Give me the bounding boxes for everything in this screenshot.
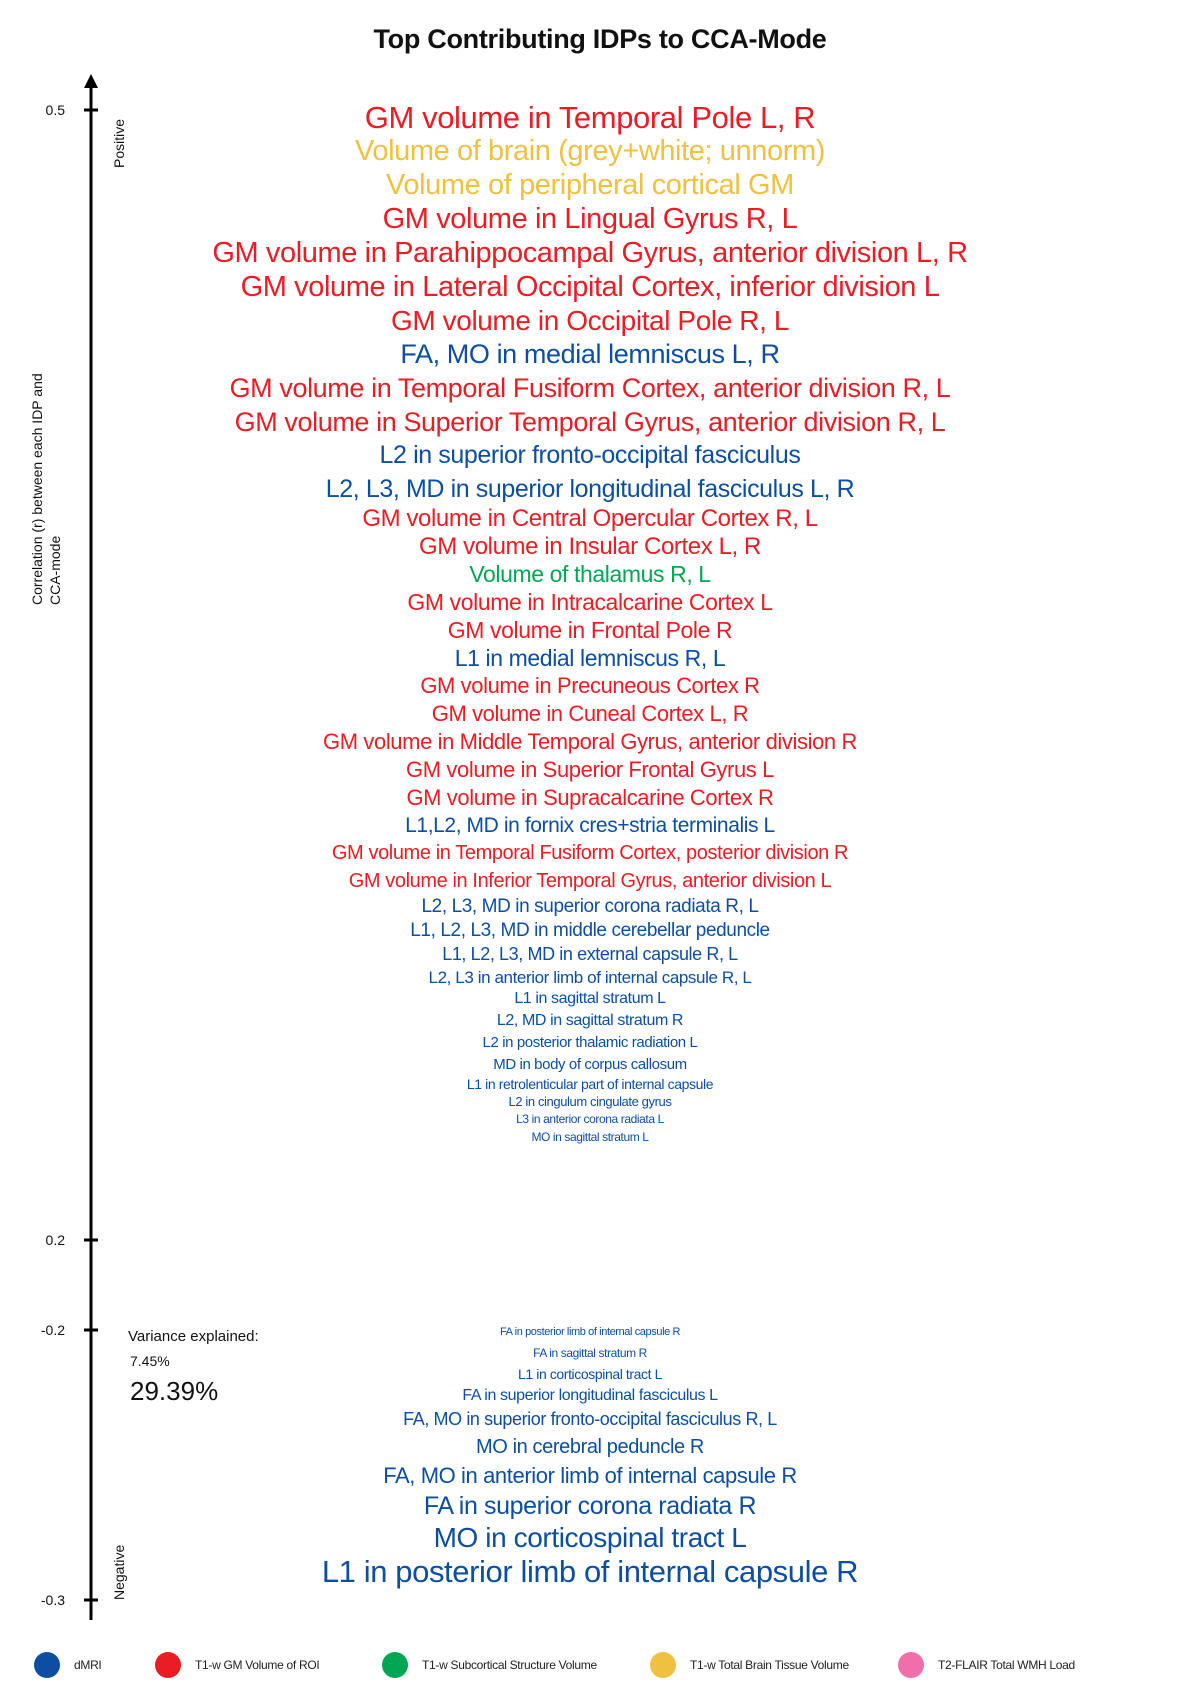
legend-label-wmh: T2-FLAIR Total WMH Load [938,1658,1075,1672]
negative-idp-6: FA, MO in anterior limb of internal caps… [383,1463,797,1488]
positive-idp-5: GM volume in Lateral Occipital Cortex, i… [240,271,940,303]
legend-item-dmri: dMRI [34,1652,102,1678]
positive-idp-3: GM volume in Lingual Gyrus R, L [382,203,798,235]
legend-dot-wmh [898,1652,924,1678]
variance-explained-small: 7.45% [130,1353,170,1369]
negative-idp-8: MO in corticospinal tract L [433,1522,747,1553]
positive-idp-4: GM volume in Parahippocampal Gyrus, ante… [212,237,968,269]
positive-idp-14: Volume of thalamus R, L [469,561,711,587]
positive-idp-23: L1,L2, MD in fornix cres+stria terminali… [405,814,775,837]
positive-idp-29: L2, L3 in anterior limb of internal caps… [428,968,752,987]
legend-item-wmh: T2-FLAIR Total WMH Load [898,1652,1075,1678]
negative-idp-9: L1 in posterior limb of internal capsule… [321,1554,859,1589]
legend-dot-total [650,1652,676,1678]
y-axis-arrowhead [84,74,98,88]
legend-dot-gm [155,1652,181,1678]
positive-idp-33: MD in body of corpus callosum [493,1056,687,1073]
negative-idp-3: FA in superior longitudinal fasciculus L [462,1387,718,1404]
y-axis-label-line2: CCA-mode [47,536,63,605]
legend-label-dmri: dMRI [74,1658,102,1672]
positive-idp-31: L2, MD in sagittal stratum R [496,1012,684,1029]
positive-idp-36: L3 in anterior corona radiata L [516,1112,664,1126]
positive-idp-6: GM volume in Occipital Pole R, L [390,305,789,336]
positive-idp-12: GM volume in Central Opercular Cortex R,… [362,505,818,532]
positive-idp-17: L1 in medial lemniscus R, L [454,645,726,671]
positive-idp-19: GM volume in Cuneal Cortex L, R [431,701,749,726]
y-tick-label-1: 0.2 [46,1232,66,1248]
positive-idp-8: GM volume in Temporal Fusiform Cortex, a… [229,373,951,403]
negative-idp-1: FA in sagittal stratum R [533,1346,647,1360]
legend-label-subcortical: T1-w Subcortical Structure Volume [422,1658,597,1672]
positive-idp-7: FA, MO in medial lemniscus L, R [400,339,780,369]
positive-idp-30: L1 in sagittal stratum L [514,990,666,1007]
positive-idp-13: GM volume in Insular Cortex L, R [419,533,761,560]
legend-dot-dmri [34,1652,60,1678]
positive-idp-1: Volume of brain (grey+white; unnorm) [355,135,825,167]
negative-idp-7: FA in superior corona radiata R [423,1492,757,1520]
legend-item-gm: T1-w GM Volume of ROI [155,1652,320,1678]
positive-idp-16: GM volume in Frontal Pole R [447,617,733,643]
positive-idp-18: GM volume in Precuneous Cortex R [420,673,760,698]
positive-idp-15: GM volume in Intracalcarine Cortex L [407,589,773,615]
positive-idp-21: GM volume in Superior Frontal Gyrus L [406,757,774,782]
positive-idp-10: L2 in superior fronto-occipital fascicul… [379,441,801,469]
positive-idp-32: L2 in posterior thalamic radiation L [482,1034,698,1051]
legend-item-total: T1-w Total Brain Tissue Volume [650,1652,849,1678]
variance-explained-large: 29.39% [130,1376,219,1406]
positive-idp-28: L1, L2, L3, MD in external capsule R, L [442,944,738,964]
legend-dot-subcortical [382,1652,408,1678]
positive-idp-22: GM volume in Supracalcarine Cortex R [406,785,774,810]
positive-idp-26: L2, L3, MD in superior corona radiata R,… [421,896,759,917]
y-tick-label-0: 0.5 [46,102,66,118]
negative-idp-2: L1 in corticospinal tract L [517,1366,663,1382]
legend-label-gm: T1-w GM Volume of ROI [195,1658,320,1672]
positive-idp-2: Volume of peripheral cortical GM [386,169,794,201]
positive-idp-37: MO in sagittal stratum L [531,1130,649,1144]
positive-idp-20: GM volume in Middle Temporal Gyrus, ante… [323,729,857,754]
legend-label-total: T1-w Total Brain Tissue Volume [690,1658,849,1672]
negative-idp-5: MO in cerebral peduncle R [476,1436,704,1458]
legend-item-subcortical: T1-w Subcortical Structure Volume [382,1652,597,1678]
positive-idp-9: GM volume in Superior Temporal Gyrus, an… [234,407,946,437]
negative-label: Negative [111,1545,127,1600]
positive-idp-25: GM volume in Inferior Temporal Gyrus, an… [348,870,832,892]
positive-idp-0: GM volume in Temporal Pole L, R [364,100,816,135]
y-axis-label-line1: Correlation (r) between each IDP and [29,373,45,605]
positive-idp-35: L2 in cingulum cingulate gyrus [508,1094,672,1109]
variance-explained-label: Variance explained: [128,1328,259,1345]
positive-idp-11: L2, L3, MD in superior longitudinal fasc… [325,475,855,503]
y-tick-label-3: -0.3 [41,1592,65,1608]
negative-idp-0: FA in posterior limb of internal capsule… [499,1326,681,1338]
positive-idp-24: GM volume in Temporal Fusiform Cortex, p… [331,842,849,864]
negative-idp-4: FA, MO in superior fronto-occipital fasc… [403,1409,777,1429]
positive-label: Positive [111,119,127,168]
positive-idp-34: L1 in retrolenticular part of internal c… [466,1076,714,1092]
positive-idp-27: L1, L2, L3, MD in middle cerebellar pedu… [410,920,770,941]
y-tick-label-2: -0.2 [41,1322,65,1338]
